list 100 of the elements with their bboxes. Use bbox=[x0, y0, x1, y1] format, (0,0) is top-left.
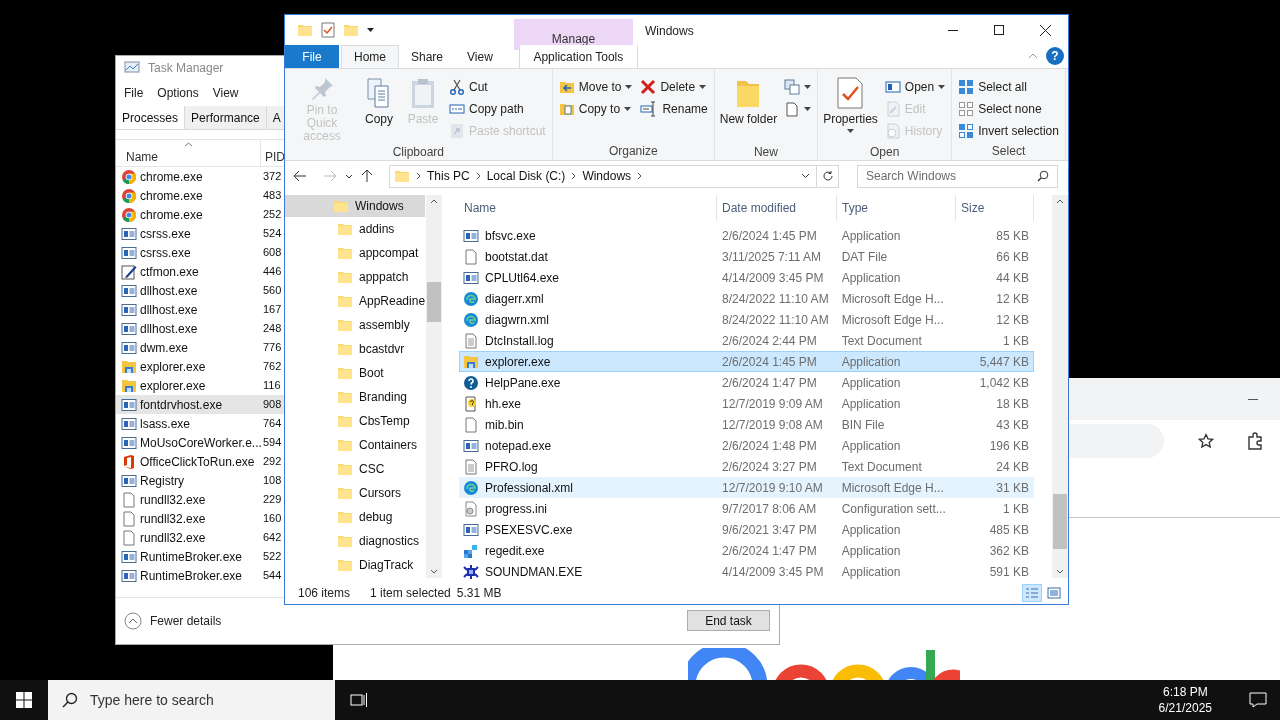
properties-icon[interactable] bbox=[321, 22, 335, 38]
refresh-icon[interactable] bbox=[821, 170, 834, 182]
fewer-details-button[interactable]: Fewer details bbox=[124, 611, 222, 630]
star-icon[interactable] bbox=[1198, 433, 1214, 449]
tree-item[interactable]: AppReadine bbox=[285, 289, 426, 313]
process-row[interactable]: dwm.exe 776 bbox=[116, 338, 285, 358]
minimize-icon[interactable] bbox=[1248, 398, 1258, 400]
ribbon-button[interactable]: Copy path bbox=[447, 99, 548, 119]
process-row[interactable]: dllhost.exe 167 bbox=[116, 300, 285, 320]
ribbon-button[interactable]: Open bbox=[882, 77, 948, 97]
ribbon-icon-button[interactable] bbox=[782, 77, 814, 97]
process-row[interactable]: dllhost.exe 560 bbox=[116, 281, 285, 301]
process-row[interactable]: RuntimeBroker.exe 522 bbox=[116, 547, 285, 567]
tree-item[interactable]: debug bbox=[285, 505, 426, 529]
column-header[interactable]: Date modified bbox=[717, 195, 837, 221]
file-row[interactable]: progress.ini 9/7/2017 8:06 AM Configuration sett... 1 KB bbox=[459, 498, 1034, 519]
file-row[interactable]: HelpPane.exe 2/6/2024 1:47 PM Application 1,042 KB bbox=[459, 372, 1034, 393]
file-row[interactable]: diagwrn.xml 8/24/2022 11:10 AM Microsoft Edge H... 12 KB bbox=[459, 309, 1034, 330]
menu-item[interactable]: View bbox=[212, 83, 239, 102]
file-row[interactable]: CPLUtl64.exe 4/14/2009 3:45 PM Application 44 KB bbox=[459, 267, 1034, 288]
tree-item[interactable]: Branding bbox=[285, 385, 426, 409]
process-row[interactable]: explorer.exe 762 bbox=[116, 357, 285, 377]
tab[interactable]: Processes bbox=[116, 106, 186, 130]
file-row[interactable]: diagerr.xml 8/24/2022 11:10 AM Microsoft Edge H... 12 KB bbox=[459, 288, 1034, 309]
help-button[interactable]: ? bbox=[1046, 47, 1064, 65]
tree-item[interactable]: DiagTrack bbox=[285, 553, 426, 577]
column-header[interactable]: Name bbox=[459, 195, 717, 221]
collapse-ribbon-icon[interactable] bbox=[1028, 53, 1038, 59]
process-row[interactable]: lsass.exe 764 bbox=[116, 414, 285, 434]
column-header[interactable]: Name bbox=[116, 140, 261, 167]
ribbon-button[interactable]: Move to bbox=[556, 77, 635, 97]
ribbon-button[interactable]: Delete bbox=[638, 77, 710, 97]
file-row[interactable]: PSEXESVC.exe 9/6/2021 3:47 PM Application 485 KB bbox=[459, 519, 1034, 540]
ribbon-button[interactable]: Select all bbox=[956, 77, 1061, 97]
address-bar[interactable]: This PC Local Disk (C:) Windows bbox=[389, 164, 839, 188]
file-row[interactable]: explorer.exe 2/6/2024 1:45 PM Application 5,447 KB bbox=[459, 351, 1034, 372]
file-row[interactable]: notepad.exe 2/6/2024 1:48 PM Application 196 KB bbox=[459, 435, 1034, 456]
menu-item[interactable]: File bbox=[124, 83, 144, 102]
ribbon-tab[interactable]: View bbox=[455, 45, 505, 68]
tree-item[interactable]: Containers bbox=[285, 433, 426, 457]
ribbon-button[interactable]: Copy bbox=[359, 73, 399, 143]
taskbar-search-field[interactable]: Type here to search bbox=[48, 680, 335, 720]
process-row[interactable]: RuntimeBroker.exe 544 bbox=[116, 566, 285, 586]
scroll-down-icon[interactable] bbox=[1056, 569, 1064, 574]
ribbon-button[interactable]: New folder bbox=[718, 73, 779, 143]
recent-locations-icon[interactable] bbox=[345, 173, 353, 179]
process-row[interactable]: chrome.exe 372 bbox=[116, 167, 285, 187]
tree-item[interactable]: CSC bbox=[285, 457, 426, 481]
process-row[interactable]: chrome.exe 483 bbox=[116, 186, 285, 206]
process-row[interactable]: MoUsoCoreWorker.e...594 bbox=[116, 433, 285, 453]
process-row[interactable]: fontdrvhost.exe 908 bbox=[116, 395, 285, 415]
file-row[interactable]: regedit.exe 2/6/2024 1:47 PM Application 362 KB bbox=[459, 540, 1034, 561]
column-header[interactable]: Size bbox=[956, 195, 1034, 221]
process-row[interactable]: dllhost.exe 248 bbox=[116, 319, 285, 339]
ribbon-tab[interactable]: Home bbox=[341, 45, 399, 68]
ribbon-button[interactable]: Copy to bbox=[556, 99, 635, 119]
process-row[interactable]: Registry 108 bbox=[116, 471, 285, 491]
process-row[interactable]: OfficeClickToRun.exe 292 bbox=[116, 452, 285, 472]
scroll-thumb[interactable] bbox=[1053, 494, 1067, 549]
file-row[interactable]: PFRO.log 2/6/2024 3:27 PM Text Document 24 KB bbox=[459, 456, 1034, 477]
process-row[interactable]: csrss.exe 524 bbox=[116, 224, 285, 244]
file-row[interactable]: hh.exe 12/7/2019 9:09 AM Application 18 KB bbox=[459, 393, 1034, 414]
breadcrumb[interactable]: This PC bbox=[427, 167, 470, 185]
file-row[interactable]: DtcInstall.log 2/6/2024 2:44 PM Text Document 1 KB bbox=[459, 330, 1034, 351]
process-row[interactable]: rundll32.exe 642 bbox=[116, 528, 285, 548]
ribbon-button[interactable]: Properties bbox=[822, 73, 879, 143]
file-row[interactable]: Professional.xml 12/7/2019 9:10 AM Microsoft Edge H... 31 KB bbox=[459, 477, 1034, 498]
scroll-thumb[interactable] bbox=[427, 281, 441, 322]
file-row[interactable]: bootstat.dat 3/11/2025 7:11 AM DAT File 66 KB bbox=[459, 246, 1034, 267]
ribbon-tab[interactable]: Application Tools bbox=[518, 45, 638, 68]
process-row[interactable]: ctfmon.exe 446 bbox=[116, 262, 285, 282]
file-row[interactable]: bfsvc.exe 2/6/2024 1:45 PM Application 85 KB bbox=[459, 225, 1034, 246]
ribbon-button[interactable]: Select none bbox=[956, 99, 1061, 119]
menu-item[interactable]: Options bbox=[157, 83, 199, 102]
ribbon-tab[interactable]: Share bbox=[399, 45, 456, 68]
tree-item[interactable]: Windows bbox=[285, 195, 425, 217]
breadcrumb[interactable]: Windows bbox=[582, 167, 632, 185]
extensions-icon[interactable] bbox=[1246, 432, 1264, 450]
dropdown-icon[interactable] bbox=[801, 173, 810, 179]
tree-item[interactable]: assembly bbox=[285, 313, 426, 337]
up-icon[interactable] bbox=[361, 169, 373, 183]
scroll-down-icon[interactable] bbox=[430, 569, 438, 574]
tree-item[interactable]: Cursors bbox=[285, 481, 426, 505]
scroll-up-icon[interactable] bbox=[430, 199, 438, 204]
breadcrumb[interactable]: Local Disk (C:) bbox=[486, 167, 566, 185]
ribbon-button[interactable]: Rename bbox=[638, 99, 710, 119]
clock[interactable]: 6:18 PM 6/21/2025 bbox=[1158, 684, 1236, 716]
process-row[interactable]: explorer.exe 116 bbox=[116, 376, 285, 396]
end-task-button[interactable]: End task bbox=[687, 610, 770, 632]
scroll-up-icon[interactable] bbox=[1056, 199, 1064, 204]
ribbon-button[interactable]: Cut bbox=[447, 77, 548, 97]
tree-item[interactable]: diagnostics bbox=[285, 529, 426, 553]
column-header[interactable]: PID bbox=[261, 140, 285, 167]
tree-item[interactable]: apppatch bbox=[285, 265, 426, 289]
back-icon[interactable] bbox=[293, 170, 307, 182]
tree-item[interactable]: Boot bbox=[285, 361, 426, 385]
tree-item[interactable]: addins bbox=[285, 217, 426, 241]
tree-item[interactable]: bcastdvr bbox=[285, 337, 426, 361]
process-row[interactable]: rundll32.exe 229 bbox=[116, 490, 285, 510]
tree-item[interactable]: appcompat bbox=[285, 241, 426, 265]
